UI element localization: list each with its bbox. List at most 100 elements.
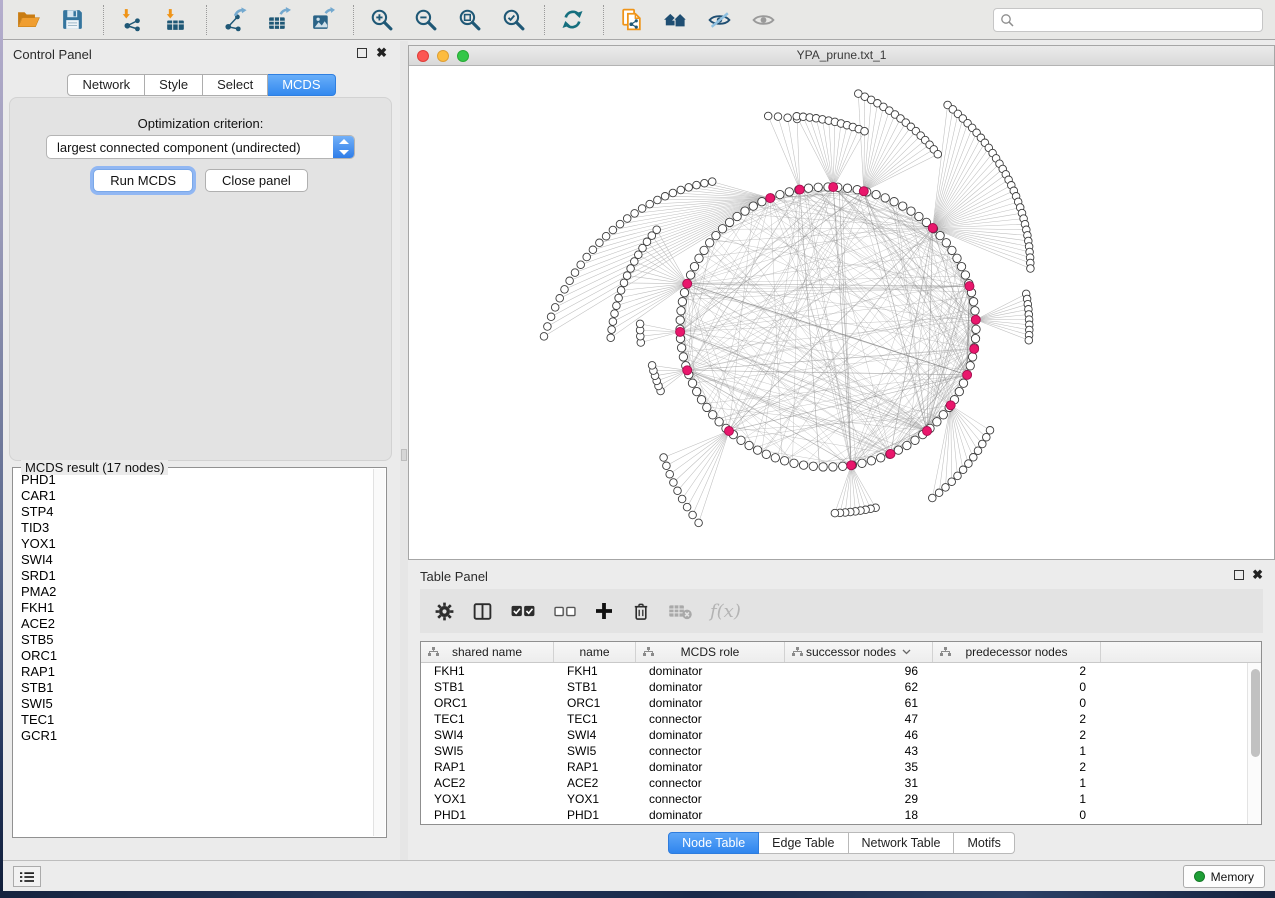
add-column-icon[interactable] [594,601,614,621]
mcds-result-item[interactable]: TID3 [15,520,372,536]
mcds-result-item[interactable]: STB1 [15,680,372,696]
table-row[interactable]: SWI4SWI4dominator462 [421,727,1247,743]
zoom-fit-icon[interactable] [456,6,483,33]
select-all-icon[interactable] [510,603,536,619]
table-row[interactable]: PHD1PHD1dominator180 [421,807,1247,823]
window-zoom-icon[interactable] [457,50,469,62]
task-history-button[interactable] [13,866,41,887]
control-panel-tabs: NetworkStyleSelectMCDS [3,74,400,96]
open-session-icon[interactable] [15,6,42,33]
memory-button[interactable]: Memory [1183,865,1265,888]
run-mcds-button[interactable]: Run MCDS [93,169,193,192]
window-close-icon[interactable] [417,50,429,62]
mcds-result-item[interactable]: RAP1 [15,664,372,680]
splitter-grip[interactable] [401,449,407,461]
table-cell: TEC1 [554,711,636,727]
close-table-panel-icon[interactable]: ✖ [1252,568,1263,581]
table-cell: dominator [636,663,785,679]
mcds-result-item[interactable]: ACE2 [15,616,372,632]
tab-edge-table[interactable]: Edge Table [759,832,848,854]
table-cell: STB1 [554,679,636,695]
import-network-icon[interactable] [118,6,145,33]
save-session-icon[interactable] [59,6,86,33]
table-cell: SWI4 [554,727,636,743]
close-panel-button[interactable]: Close panel [205,169,308,192]
search-input[interactable] [1019,13,1256,27]
mcds-result-item[interactable]: YOX1 [15,536,372,552]
tab-mcds[interactable]: MCDS [268,74,335,96]
tab-select[interactable]: Select [203,74,268,96]
table-scrollbar[interactable] [1247,663,1261,824]
mcds-result-item[interactable]: STB5 [15,632,372,648]
column-header-MCDS-role[interactable]: MCDS role [636,642,785,662]
mcds-result-item[interactable]: STP4 [15,504,372,520]
zoom-out-icon[interactable] [412,6,439,33]
criterion-dropdown[interactable]: largest connected component (undirected) [46,135,355,159]
column-header-shared-name[interactable]: shared name [421,642,554,662]
mcds-result-item[interactable]: GCR1 [15,728,372,744]
network-view-canvas[interactable] [409,66,1274,559]
mcds-result-box: MCDS result (17 nodes) PHD1CAR1STP4TID3Y… [12,467,387,838]
mcds-result-item[interactable]: SWI5 [15,696,372,712]
copy-style-icon[interactable] [618,6,645,33]
mcds-result-item[interactable]: CAR1 [15,488,372,504]
hide-selected-icon[interactable] [706,6,733,33]
table-row[interactable]: YOX1YOX1connector291 [421,791,1247,807]
tab-motifs[interactable]: Motifs [954,832,1014,854]
table-cell: FKH1 [554,663,636,679]
export-table-icon[interactable] [265,6,292,33]
mcds-result-item[interactable]: PHD1 [15,472,372,488]
table-row[interactable]: TEC1TEC1connector472 [421,711,1247,727]
network-graph[interactable] [409,66,1274,559]
table-row[interactable]: SWI5SWI5connector431 [421,743,1247,759]
home-layout-icon[interactable] [662,6,689,33]
window-minimize-icon[interactable] [437,50,449,62]
delete-table-icon [668,602,693,620]
mcds-result-item[interactable]: FKH1 [15,600,372,616]
import-table-icon[interactable] [162,6,189,33]
network-window: YPA_prune.txt_1 [408,45,1275,560]
zoom-selected-icon[interactable] [500,6,527,33]
show-all-icon[interactable] [750,6,777,33]
zoom-in-icon[interactable] [368,6,395,33]
table-cell: PHD1 [421,807,554,823]
mcds-result-item[interactable]: SRD1 [15,568,372,584]
delete-column-icon[interactable] [631,601,651,622]
table-cell: 0 [933,679,1101,695]
tab-network-table[interactable]: Network Table [849,832,955,854]
table-cell: 62 [785,679,933,695]
tab-style[interactable]: Style [145,74,203,96]
network-window-titlebar[interactable]: YPA_prune.txt_1 [409,46,1274,66]
table-cell: SWI4 [421,727,554,743]
table-scrollbar-thumb[interactable] [1251,669,1260,757]
mcds-result-item[interactable]: TEC1 [15,712,372,728]
table-cell: YOX1 [554,791,636,807]
deselect-all-icon[interactable] [553,604,577,619]
table-row[interactable]: STB1STB1dominator620 [421,679,1247,695]
table-cell: connector [636,711,785,727]
table-cell: connector [636,775,785,791]
mcds-list-scrollbar[interactable] [373,469,385,836]
mcds-result-item[interactable]: ORC1 [15,648,372,664]
search-field[interactable] [993,8,1263,32]
panel-splitter[interactable] [400,41,408,860]
export-network-icon[interactable] [221,6,248,33]
refresh-icon[interactable] [559,6,586,33]
mcds-result-item[interactable]: PMA2 [15,584,372,600]
show-columns-icon[interactable] [472,601,493,622]
close-panel-icon[interactable]: ✖ [376,46,387,59]
table-row[interactable]: ACE2ACE2connector311 [421,775,1247,791]
table-row[interactable]: FKH1FKH1dominator962 [421,663,1247,679]
column-header-name[interactable]: name [554,642,636,662]
table-row[interactable]: ORC1ORC1dominator610 [421,695,1247,711]
table-row[interactable]: RAP1RAP1dominator352 [421,759,1247,775]
mcds-result-item[interactable]: SWI4 [15,552,372,568]
tab-node-table[interactable]: Node Table [668,832,759,854]
float-panel-icon[interactable] [357,48,367,58]
table-mode-gear-icon[interactable] [434,601,455,622]
column-header-predecessor-nodes[interactable]: predecessor nodes [933,642,1101,662]
export-image-icon[interactable] [309,6,336,33]
tab-network[interactable]: Network [67,74,145,96]
column-header-successor-nodes[interactable]: successor nodes [785,642,933,662]
float-table-panel-icon[interactable] [1234,570,1244,580]
